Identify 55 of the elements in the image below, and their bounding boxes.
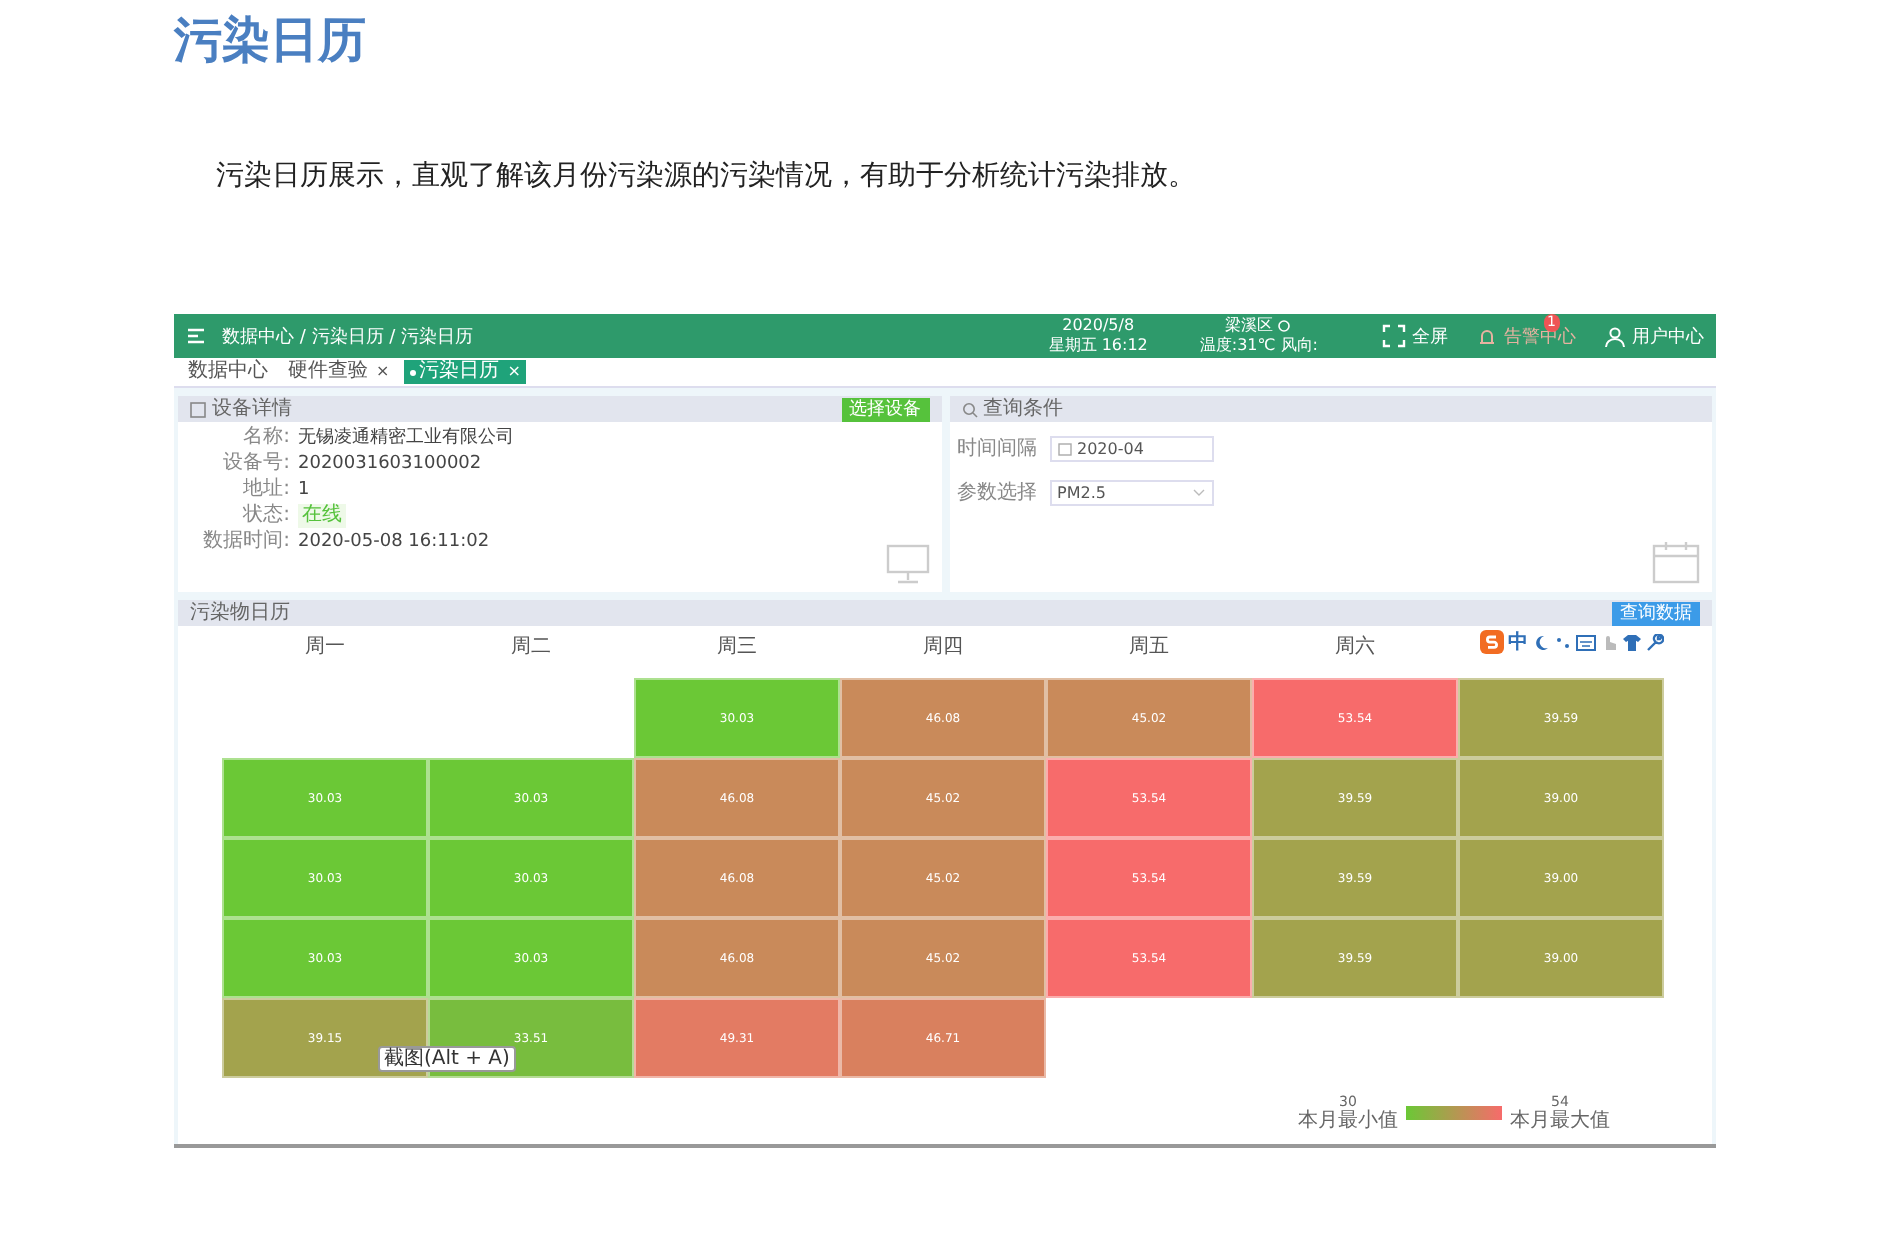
weekday-header: 周一 — [303, 634, 347, 662]
weekday-header: 周五 — [1127, 634, 1171, 662]
panel-title: 查询条件 — [983, 397, 1063, 421]
search-icon — [961, 401, 977, 417]
bell-icon — [1476, 325, 1498, 347]
intro-paragraph: 污染日历展示，直观了解该月份污染源的污染情况，有助于分析统计污染排放。 — [216, 158, 1198, 196]
field-label: 数据时间: — [201, 530, 290, 554]
legend-min-label: 本月最小值 — [1298, 1110, 1398, 1132]
panel-title: 污染物日历 — [190, 601, 290, 625]
weather-text: 温度:31℃ 风向: — [1199, 336, 1318, 356]
field-label: 设备号: — [221, 452, 290, 476]
monitor-icon — [885, 544, 929, 584]
panel-title: 设备详情 — [212, 397, 292, 421]
user-center-button[interactable]: 用户中心 — [1604, 323, 1704, 349]
weekday-header: 周六 — [1333, 633, 1377, 662]
status-badge: 在线 — [298, 504, 346, 528]
user-icon — [1604, 325, 1626, 347]
select-field[interactable]: PM2.5 — [1049, 479, 1213, 505]
weekday-header: 周二 — [509, 634, 553, 662]
fullscreen-button[interactable]: 全屏 — [1382, 323, 1448, 349]
page-title: 污染日历 — [171, 10, 368, 72]
field-label: 状态: — [241, 504, 290, 528]
legend-max-label: 本月最大值 — [1510, 1110, 1610, 1132]
screenshot-tooltip: 截图(Alt + A) — [378, 1046, 516, 1072]
moon-icon[interactable] — [1532, 633, 1550, 651]
field-label: 参数选择 — [957, 479, 1037, 506]
weekday-header: 周三 — [715, 634, 759, 662]
legend-gradient-bar — [1406, 1106, 1502, 1120]
breadcrumb: 数据中心 / 污染日历 / 污染日历 — [222, 325, 474, 349]
ime-logo-icon[interactable] — [1480, 630, 1504, 654]
field-value: 2020031603100002 — [298, 452, 482, 476]
fullscreen-icon — [1382, 324, 1406, 348]
weather-icon — [1276, 318, 1293, 334]
date-text: 2020/5/8 — [1062, 316, 1135, 336]
district-text: 梁溪区 — [1224, 316, 1273, 336]
weekday-time: 星期五 16:12 — [1048, 336, 1148, 356]
ime-mode-button[interactable]: 中 — [1508, 631, 1528, 653]
tab[interactable]: 数据中心 — [182, 360, 274, 384]
caret-icon — [1191, 487, 1205, 497]
field-label: 时间间隔 — [957, 435, 1037, 462]
menu-icon[interactable] — [186, 326, 206, 346]
field-value: 1 — [298, 478, 310, 502]
keyboard-icon[interactable] — [1576, 633, 1596, 651]
weekday-header: 周四 — [921, 634, 965, 662]
tab[interactable]: 硬件查验 × — [282, 360, 396, 384]
field-value: 无锡凌通精密工业有限公司 — [298, 426, 514, 450]
date-field[interactable]: 2020-04 — [1049, 435, 1213, 461]
tab[interactable]: 污染日历 × — [403, 360, 527, 384]
punctuation-icon[interactable] — [1554, 633, 1572, 651]
query-data-button[interactable]: 查询数据 — [1612, 601, 1700, 625]
field-label: 地址: — [241, 478, 290, 502]
shirt-icon[interactable] — [1622, 633, 1642, 651]
select-device-button[interactable]: 选择设备 — [841, 397, 929, 421]
field-value: 2020-05-08 16:11:02 — [298, 530, 490, 554]
field-label: 名称: — [241, 426, 290, 450]
